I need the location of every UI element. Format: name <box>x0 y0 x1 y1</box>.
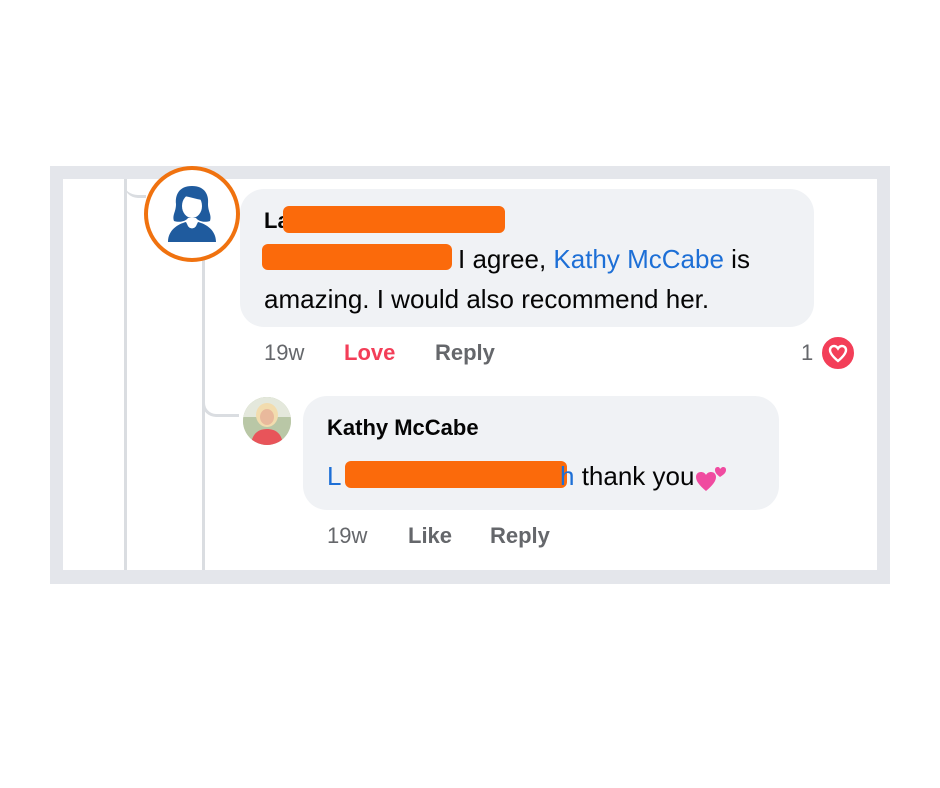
like-button[interactable]: Like <box>408 523 452 549</box>
commenter-avatar[interactable] <box>144 166 240 262</box>
comment-text-line1: I agree, Kathy McCabe is <box>458 240 750 279</box>
author-redaction <box>283 206 505 233</box>
two-hearts-icon <box>696 467 727 492</box>
person-silhouette-icon <box>168 186 216 242</box>
reply-mention-redaction <box>345 461 567 488</box>
mention-redaction <box>262 244 452 270</box>
mention-link-kathy[interactable]: Kathy McCabe <box>553 244 724 274</box>
two-hearts-emoji <box>694 463 728 493</box>
reply-text: thank you <box>581 461 695 491</box>
love-reaction-button[interactable]: Love <box>344 340 395 366</box>
reply-mention-prefix[interactable]: L <box>327 457 341 496</box>
comment-text-part2: is <box>731 244 750 274</box>
comment-reply-button[interactable]: Reply <box>435 340 495 366</box>
reply-author-name[interactable]: Kathy McCabe <box>327 415 479 441</box>
heart-icon-glyph <box>828 344 848 363</box>
reply-mention-suffix[interactable]: h <box>560 461 574 491</box>
comment-text-line2: amazing. I would also recommend her. <box>264 284 710 314</box>
reaction-count[interactable]: 1 <box>801 340 813 366</box>
reply-text-line: h thank you <box>560 457 728 496</box>
reply-author-avatar[interactable] <box>243 397 291 445</box>
reply-mention-link[interactable]: L <box>327 461 341 491</box>
reply-reply-button[interactable]: Reply <box>490 523 550 549</box>
reply-timestamp[interactable]: 19w <box>327 523 367 549</box>
comment-timestamp[interactable]: 19w <box>264 340 304 366</box>
comment-text-part1: I agree, <box>458 244 547 274</box>
thread-line-inner <box>202 258 205 570</box>
profile-photo-icon <box>243 397 291 445</box>
thread-curve-reply <box>202 380 239 417</box>
thread-line-outer <box>124 179 127 570</box>
heart-icon[interactable] <box>820 335 856 371</box>
